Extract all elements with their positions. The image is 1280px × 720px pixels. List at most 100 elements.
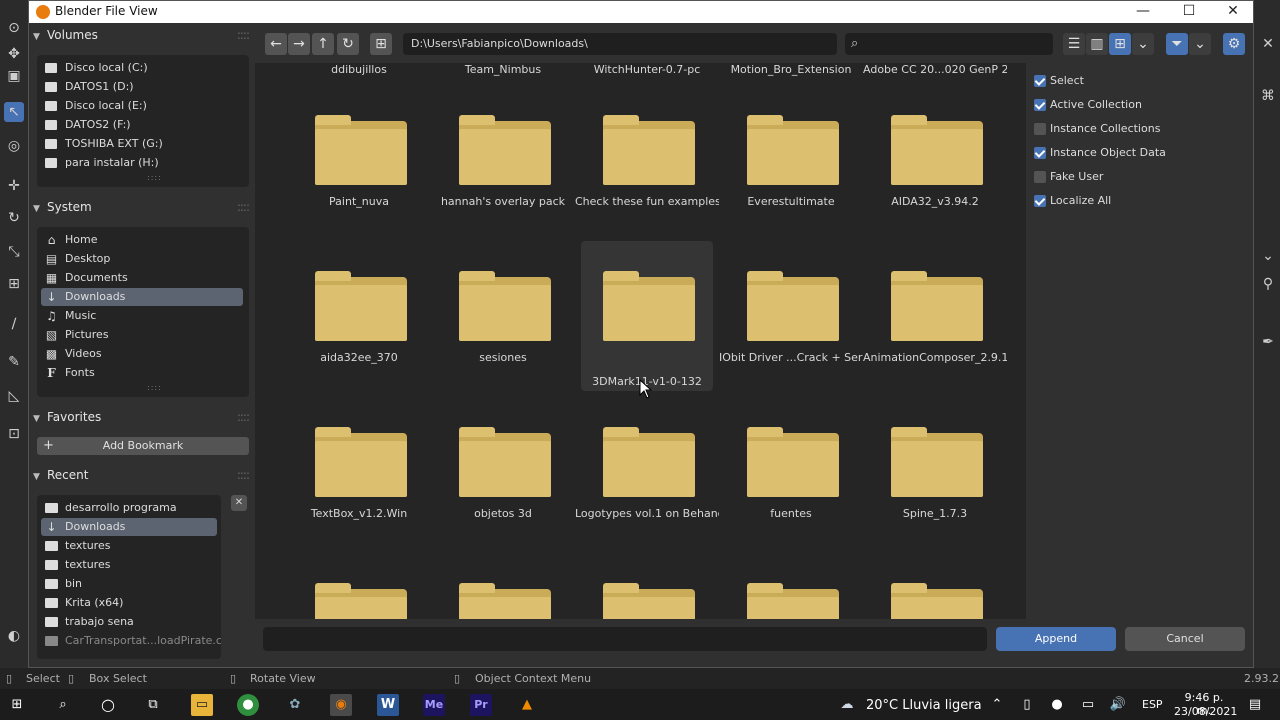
windows-start-icon[interactable]: ⊞: [6, 694, 28, 716]
add-cube-tool-icon[interactable]: ⊡: [4, 424, 24, 444]
pin-icon[interactable]: ⚲: [1258, 274, 1278, 294]
app-icon[interactable]: ✿: [284, 694, 306, 716]
recent-item[interactable]: textures: [41, 537, 217, 555]
move-tool-icon[interactable]: ✛: [4, 176, 24, 196]
grip-icon[interactable]: ::::: [237, 23, 250, 47]
volume-item[interactable]: TOSHIBA EXT (G:): [41, 135, 243, 153]
recent-item[interactable]: textures: [41, 556, 217, 574]
option-fake-user[interactable]: Fake User: [1034, 169, 1103, 185]
append-button[interactable]: Append: [996, 627, 1116, 651]
volume-item[interactable]: DATOS1 (D:): [41, 78, 243, 96]
blender-taskbar-icon[interactable]: ◉: [330, 694, 352, 716]
folder-name[interactable]: Motion_Bro_Extension: [719, 63, 863, 76]
recent-item[interactable]: Krita (x64): [41, 594, 217, 612]
draw-tool-icon[interactable]: ✎: [4, 352, 24, 372]
view-icon[interactable]: ⊙: [4, 18, 24, 38]
folder-item[interactable]: fuentes: [725, 403, 857, 553]
notifications-icon[interactable]: ▤: [1244, 694, 1266, 716]
parent-directory-button[interactable]: ↑: [312, 33, 334, 55]
folder-item[interactable]: Spine_1.7.3: [869, 403, 1001, 553]
folder-item[interactable]: objetos 3d: [437, 403, 569, 553]
volumes-header[interactable]: ▼ Volumes::::: [33, 23, 253, 47]
display-size-dropdown[interactable]: ⌄: [1132, 33, 1154, 55]
forward-button[interactable]: →: [288, 33, 310, 55]
system-item-pictures[interactable]: ▧ Pictures: [41, 326, 243, 344]
add-bookmark-button[interactable]: + Add Bookmark: [37, 437, 249, 455]
favorites-header[interactable]: ▼ Favorites::::: [33, 405, 253, 429]
volume-item[interactable]: Disco local (E:): [41, 97, 243, 115]
checkbox[interactable]: [1034, 147, 1046, 159]
vlc-icon[interactable]: ▲: [516, 694, 538, 716]
system-item-home[interactable]: ⌂ Home: [41, 231, 243, 249]
folder-item-hovered[interactable]: 3DMark11-v1-0-132: [581, 241, 713, 391]
folder-item[interactable]: hannah's overlay pack: [437, 91, 569, 241]
clock-date[interactable]: 23/08/2021: [1174, 705, 1237, 718]
grip-icon[interactable]: ::::: [237, 463, 250, 487]
folder-item[interactable]: Everestultimate: [725, 91, 857, 241]
option-active-collection[interactable]: Active Collection: [1034, 97, 1142, 113]
checkbox[interactable]: [1034, 195, 1046, 207]
grip-icon[interactable]: ::::: [237, 195, 250, 219]
new-folder-button[interactable]: ⊞: [370, 33, 392, 55]
folder-name[interactable]: Adobe CC 20...020 GenP 2.: [863, 63, 1007, 76]
recent-item[interactable]: ↓ Downloads: [41, 518, 217, 536]
folder-item[interactable]: [869, 559, 1001, 619]
word-icon[interactable]: W: [377, 694, 399, 716]
scale-tool-icon[interactable]: ⤡: [4, 242, 24, 262]
media-encoder-icon[interactable]: Me: [423, 694, 445, 716]
back-button[interactable]: ←: [265, 33, 287, 55]
filename-field[interactable]: [263, 627, 987, 651]
folder-item[interactable]: IObit Driver ...Crack + Serial: [719, 247, 863, 397]
eyedropper-icon[interactable]: ✒: [1258, 332, 1278, 352]
measure-tool-icon[interactable]: ◺: [4, 386, 24, 406]
microphone-icon[interactable]: ●: [1046, 694, 1068, 716]
network-icon[interactable]: ▭: [1077, 694, 1099, 716]
chevron-down-icon[interactable]: ⌄: [1258, 246, 1278, 266]
task-view-icon[interactable]: ⧉: [142, 694, 164, 716]
volume-item[interactable]: Disco local (C:): [41, 59, 243, 77]
maximize-button[interactable]: ☐: [1167, 1, 1211, 23]
option-instance-object-data[interactable]: Instance Object Data: [1034, 145, 1166, 161]
folder-item[interactable]: [581, 559, 713, 619]
horizontal-list-view-button[interactable]: ▥: [1086, 33, 1108, 55]
premiere-icon[interactable]: Pr: [470, 694, 492, 716]
system-item-music[interactable]: ♫ Music: [41, 307, 243, 325]
folder-item[interactable]: AnimationComposer_2.9.1...: [863, 247, 1007, 397]
transform-tool-icon[interactable]: ⊞: [4, 274, 24, 294]
folder-item[interactable]: Check these fun examples: [575, 91, 719, 241]
option-instance-collections[interactable]: Instance Collections: [1034, 121, 1160, 137]
folder-item[interactable]: [293, 559, 425, 619]
option-select[interactable]: Select: [1034, 73, 1084, 89]
option-localize-all[interactable]: Localize All: [1034, 193, 1111, 209]
recent-header[interactable]: ▼ Recent::::: [33, 463, 253, 487]
folder-item[interactable]: Paint_nuva: [293, 91, 425, 241]
refresh-button[interactable]: ↻: [337, 33, 359, 55]
cortana-icon[interactable]: ○: [97, 694, 119, 716]
volume-item[interactable]: DATOS2 (F:): [41, 116, 243, 134]
checkbox[interactable]: [1034, 99, 1046, 111]
rotate-tool-icon[interactable]: ↻: [4, 208, 24, 228]
select-tool-icon[interactable]: ↖: [4, 102, 24, 122]
folder-item[interactable]: Logotypes vol.1 on Behanc: [575, 403, 719, 553]
file-explorer-icon[interactable]: ▭: [191, 694, 213, 716]
folder-item[interactable]: TextBox_v1.2.Win: [293, 403, 425, 553]
search-input[interactable]: ⌕: [845, 33, 1053, 55]
folder-item[interactable]: AIDA32_v3.94.2: [869, 91, 1001, 241]
recent-item[interactable]: trabajo sena: [41, 613, 217, 631]
folder-name[interactable]: WitchHunter-0.7-pc: [575, 63, 719, 76]
gizmo-icon[interactable]: ◐: [4, 626, 24, 646]
chrome-icon[interactable]: ●: [237, 694, 259, 716]
vertical-list-view-button[interactable]: ☰: [1063, 33, 1085, 55]
cancel-button[interactable]: Cancel: [1125, 627, 1245, 651]
recent-item[interactable]: bin: [41, 575, 217, 593]
system-item-fonts[interactable]: F Fonts: [41, 364, 243, 382]
close-x-icon[interactable]: ✕: [1258, 34, 1278, 54]
search-icon[interactable]: ⌕: [52, 694, 74, 716]
weather-text[interactable]: 20°C Lluvia ligera: [866, 698, 982, 713]
folder-item[interactable]: aida32ee_370: [293, 247, 425, 397]
chevron-up-icon[interactable]: ⌃: [986, 694, 1008, 716]
system-item-downloads[interactable]: ↓ Downloads: [41, 288, 243, 306]
folder-name[interactable]: Team_Nimbus: [431, 63, 575, 76]
filter-dropdown[interactable]: ⌄: [1189, 33, 1211, 55]
annotate-tool-icon[interactable]: ∕: [4, 314, 24, 334]
